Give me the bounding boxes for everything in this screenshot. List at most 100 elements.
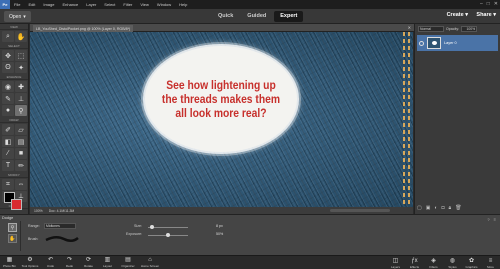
- image-canvas[interactable]: See how lightening up the threads makes …: [30, 32, 413, 207]
- exposure-slider-knob[interactable]: [166, 233, 170, 237]
- share-button[interactable]: Share ▾: [476, 12, 496, 18]
- close-icon[interactable]: ✕: [494, 1, 498, 7]
- redo-button[interactable]: ↷ Redo: [60, 257, 79, 268]
- menu-view[interactable]: View: [136, 2, 153, 7]
- smart-brush-icon[interactable]: ✎: [2, 93, 14, 104]
- new-layer-icon[interactable]: ▢: [417, 205, 422, 211]
- undo-icon: ↶: [47, 257, 54, 263]
- more-button[interactable]: ≡ More: [481, 258, 500, 269]
- size-value[interactable]: 8 px: [216, 224, 223, 228]
- menu-layer[interactable]: Layer: [82, 2, 100, 7]
- marquee-tool-icon[interactable]: ⬚: [15, 50, 27, 61]
- range-select[interactable]: Midtones: [44, 223, 76, 229]
- lock-icon[interactable]: 🔒︎: [449, 205, 452, 211]
- menu-edit[interactable]: Edit: [24, 2, 39, 7]
- color-picker-icon[interactable]: ⁄: [2, 148, 14, 159]
- divider: [20, 221, 21, 251]
- status-bar: 100% Doc: 4.1M/11.3M: [30, 207, 413, 214]
- overlay-text: See how lightening up the threads makes …: [161, 78, 281, 120]
- chevron-down-icon: ▾: [493, 12, 496, 18]
- new-group-icon[interactable]: ▣: [426, 205, 431, 211]
- close-icon[interactable]: ✕: [408, 25, 411, 30]
- crop-tool-icon[interactable]: ⌗: [2, 179, 14, 190]
- shape-tool-icon[interactable]: ■: [15, 148, 27, 159]
- rotate-button[interactable]: ⟳ Rotate: [79, 257, 98, 268]
- brush-tool-icon[interactable]: ✐: [2, 124, 14, 135]
- undo-button[interactable]: ↶ Undo: [41, 257, 60, 268]
- chevron-down-icon: ▾: [23, 13, 26, 20]
- create-button[interactable]: Create ▾: [447, 12, 468, 18]
- document-tab[interactable]: LB_YouShed_DistolPocket.png @ 100% (Laye…: [33, 25, 134, 32]
- burn-mode-icon[interactable]: ✋: [8, 234, 17, 243]
- layout-button[interactable]: ▥ Layout: [98, 257, 117, 268]
- move-tool-icon[interactable]: ✥: [2, 50, 14, 61]
- menu-filter[interactable]: Filter: [119, 2, 136, 7]
- minimize-icon[interactable]: –: [480, 1, 483, 7]
- effects-button[interactable]: ƒx Effects: [405, 258, 424, 269]
- chevron-down-icon: ▾: [465, 12, 468, 18]
- adjustment-layer-icon[interactable]: ◐: [434, 205, 437, 211]
- visibility-eye-icon[interactable]: [419, 40, 424, 46]
- photo-bin-button[interactable]: ▦ Photo Bin: [0, 257, 19, 268]
- filters-button[interactable]: ◈ Filters: [424, 258, 443, 269]
- magic-wand-icon[interactable]: ✦: [15, 62, 27, 73]
- clone-stamp-icon[interactable]: ⊥: [15, 93, 27, 104]
- layers-button[interactable]: ◫ Layers: [386, 258, 405, 269]
- exposure-label: Exposure:: [126, 232, 143, 236]
- lasso-tool-icon[interactable]: ʘ: [2, 62, 14, 73]
- home-screen-button[interactable]: ⌂ Home Screen: [139, 257, 161, 268]
- menu-window[interactable]: Window: [153, 2, 175, 7]
- spot-healing-icon[interactable]: ✚: [15, 81, 27, 92]
- menu-enhance[interactable]: Enhance: [58, 2, 82, 7]
- mask-icon[interactable]: ◘: [442, 205, 445, 211]
- tab-expert[interactable]: Expert: [274, 11, 304, 22]
- dodge-mode-icon[interactable]: ⚲: [8, 223, 17, 232]
- color-swatches[interactable]: [4, 192, 26, 212]
- size-slider[interactable]: [148, 227, 188, 228]
- task-label: Photo Bin: [2, 264, 16, 268]
- opacity-field[interactable]: 100%: [461, 25, 478, 32]
- paint-bucket-icon[interactable]: ◧: [2, 136, 14, 147]
- menu-help[interactable]: Help: [175, 2, 191, 7]
- exposure-value[interactable]: 50%: [216, 232, 223, 236]
- background-color-swatch[interactable]: [11, 199, 22, 210]
- menu-image[interactable]: Image: [39, 2, 58, 7]
- tool-options-button[interactable]: ⚙ Tool Options: [19, 257, 41, 268]
- app-logo: Pe: [0, 0, 10, 9]
- recompose-tool-icon[interactable]: ⇔: [15, 179, 27, 190]
- red-eye-tool-icon[interactable]: ◉: [2, 81, 14, 92]
- tab-guided[interactable]: Guided: [241, 11, 272, 22]
- blend-mode-select[interactable]: Normal: [418, 25, 444, 32]
- dodge-tool-icon[interactable]: ⚲: [15, 105, 27, 116]
- blur-tool-icon[interactable]: ●: [2, 105, 14, 116]
- graphics-button[interactable]: ✿ Graphics: [462, 258, 481, 269]
- styles-button[interactable]: ◍ Styles: [443, 258, 462, 269]
- layers-icon: ◫: [392, 257, 399, 264]
- zoom-level[interactable]: 100%: [34, 209, 43, 213]
- window-controls: – □ ✕: [480, 1, 498, 7]
- gradient-tool-icon[interactable]: ▤: [15, 136, 27, 147]
- hand-tool-icon[interactable]: ✋: [15, 31, 27, 42]
- menu-file[interactable]: File: [10, 2, 24, 7]
- lightened-patch: See how lightening up the threads makes …: [145, 46, 297, 152]
- document-tab-bar: LB_YouShed_DistolPocket.png @ 100% (Laye…: [30, 24, 414, 32]
- layer-row[interactable]: Layer 0: [417, 35, 498, 51]
- panel-menu-icon[interactable]: ≡: [494, 217, 496, 222]
- tab-quick[interactable]: Quick: [212, 11, 239, 22]
- organizer-button[interactable]: ▤ Organizer: [117, 257, 139, 268]
- menu-select[interactable]: Select: [100, 2, 119, 7]
- pencil-tool-icon[interactable]: ✏: [15, 160, 27, 171]
- more-icon: ≡: [488, 257, 493, 264]
- task-label: Organizer: [121, 264, 135, 268]
- open-button[interactable]: Open ▾: [4, 11, 31, 22]
- task-label: Layout: [102, 264, 112, 268]
- horizontal-scrollbar[interactable]: [330, 209, 390, 212]
- type-tool-icon[interactable]: T: [2, 160, 14, 171]
- brush-preview[interactable]: [44, 234, 80, 244]
- size-slider-knob[interactable]: [150, 225, 154, 229]
- trash-icon[interactable]: 🗑︎: [455, 205, 461, 211]
- eraser-tool-icon[interactable]: ▱: [15, 124, 27, 135]
- zoom-tool-icon[interactable]: ⌕: [2, 31, 14, 42]
- help-icon[interactable]: ?: [487, 217, 489, 222]
- maximize-icon[interactable]: □: [487, 1, 490, 7]
